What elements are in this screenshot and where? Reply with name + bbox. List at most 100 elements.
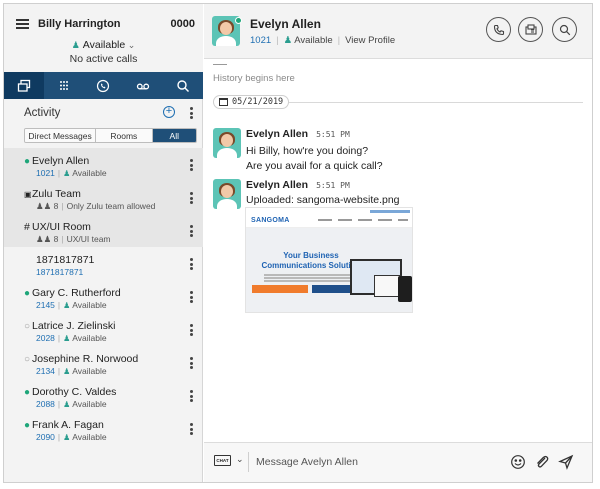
list-item[interactable]: ▣ Zulu Team ♟♟ 8 | Only Zulu team allowed: [4, 181, 203, 214]
paperclip-icon[interactable]: [534, 454, 550, 470]
online-status-icon: ●: [24, 387, 31, 398]
list-item[interactable]: ● Evelyn Allen 1021 | ♟ Available: [4, 148, 203, 181]
members-icon: ♟♟: [36, 234, 52, 244]
chat-header: Evelyn Allen 1021 | ♟ Available | View Profi…: [204, 4, 592, 59]
conversation-list: ● Evelyn Allen 1021 | ♟ Available ▣ Zulu T…: [4, 148, 203, 445]
call-button[interactable]: [486, 17, 511, 42]
message-author: Evelyn Allen: [246, 128, 309, 140]
contact-ext: 1871817871: [36, 267, 84, 277]
item-more-icon[interactable]: [190, 291, 194, 303]
contact-ext: 2134: [36, 366, 55, 376]
contact-name: 1871817871: [36, 254, 95, 266]
search-icon[interactable]: [163, 72, 203, 99]
list-item[interactable]: ● Frank A. Fagan 2090 | ♟ Available: [4, 412, 203, 445]
preview-hero: Your Business Communications Solution: [246, 228, 412, 312]
offline-status-icon: ○: [24, 354, 31, 365]
list-item[interactable]: ○ Josephine R. Norwood 2134 | ♟ Available: [4, 346, 203, 379]
room-name: Zulu Team: [32, 188, 81, 200]
fax-button[interactable]: [518, 17, 543, 42]
app-window: Billy Harrington 0000 ♟ Available ⌄ No ac…: [3, 3, 593, 483]
contact-status: Available: [72, 399, 107, 409]
chevron-down-icon[interactable]: ⌄: [236, 454, 244, 465]
chat-contact-ext: 1021: [250, 35, 272, 46]
date-text: 05/21/2019: [232, 97, 284, 107]
person-icon: ♟: [63, 433, 71, 442]
user-name: Billy Harrington: [38, 18, 121, 30]
online-status-icon: ●: [24, 288, 31, 299]
activity-more-icon[interactable]: [190, 107, 194, 119]
voicemail-icon[interactable]: [123, 72, 163, 99]
contact-name: Josephine R. Norwood: [32, 353, 139, 365]
date-badge: 05/21/2019: [213, 95, 290, 109]
room-sub: ♟♟ 8 | UX/UI team: [36, 234, 111, 244]
presence-label: Available: [82, 39, 126, 51]
contact-sub: 2090 | ♟ Available: [36, 432, 107, 442]
room-name: UX/UI Room: [32, 221, 91, 233]
item-more-icon[interactable]: [190, 225, 194, 237]
chat-type-selector[interactable]: CHAT: [214, 455, 231, 466]
menu-icon[interactable]: [16, 19, 29, 29]
item-more-icon[interactable]: [190, 258, 194, 270]
item-more-icon[interactable]: [190, 159, 194, 171]
history-label: History begins here: [213, 73, 295, 84]
contact-name: Dorothy C. Valdes: [32, 386, 117, 398]
room-sub: ♟♟ 8 | Only Zulu team allowed: [36, 201, 156, 211]
person-icon: ♟: [63, 169, 71, 178]
message-author: Evelyn Allen: [246, 179, 309, 191]
avatar[interactable]: [213, 179, 241, 209]
tab-direct-messages[interactable]: Direct Messages: [25, 129, 97, 142]
emoji-icon[interactable]: [510, 454, 526, 470]
phone-icon: [493, 24, 504, 35]
preview-headline: Your Business Communications Solution: [261, 251, 361, 270]
list-item[interactable]: ● Dorothy C. Valdes 2088 | ♟ Available: [4, 379, 203, 412]
contact-status: Available: [72, 300, 107, 310]
item-more-icon[interactable]: [190, 192, 194, 204]
contact-name: Latrice J. Zielinski: [32, 320, 116, 332]
chat-contact-name: Evelyn Allen: [250, 17, 321, 31]
presence-selector[interactable]: ♟ Available ⌄: [4, 39, 203, 51]
chat-contact-status: Available: [294, 35, 333, 46]
contact-name: Gary C. Rutherford: [32, 287, 121, 299]
list-item[interactable]: ● Gary C. Rutherford 2145 | ♟ Available: [4, 280, 203, 313]
contact-sub: 1871817871: [36, 267, 83, 277]
search-icon: [559, 24, 570, 35]
hash-icon: #: [24, 221, 30, 233]
composer-divider: [248, 452, 249, 472]
contact-ext: 1021: [36, 168, 55, 178]
list-item[interactable]: # UX/UI Room ♟♟ 8 | UX/UI team: [4, 214, 203, 247]
sidebar: Billy Harrington 0000 ♟ Available ⌄ No ac…: [4, 4, 203, 482]
message-input[interactable]: [256, 453, 496, 471]
add-icon[interactable]: +: [163, 106, 175, 118]
view-profile-link[interactable]: View Profile: [345, 35, 395, 46]
contact-ext: 2088: [36, 399, 55, 409]
list-item[interactable]: 1871817871 1871817871: [4, 247, 203, 280]
lock-icon: ▣: [24, 190, 32, 199]
chat-window-icon[interactable]: [4, 72, 44, 99]
online-status-icon: [235, 17, 242, 24]
filter-tabs: Direct Messages Rooms All: [24, 128, 197, 143]
tab-rooms[interactable]: Rooms: [96, 129, 153, 142]
preview-button-blue: [312, 285, 352, 293]
item-more-icon[interactable]: [190, 390, 194, 402]
nav-toolbar: [4, 72, 203, 99]
person-icon: ♟: [71, 40, 80, 50]
item-more-icon[interactable]: [190, 324, 194, 336]
phone-history-icon[interactable]: [84, 72, 124, 99]
avatar[interactable]: [213, 128, 241, 158]
contact-status: Available: [72, 366, 107, 376]
preview-body-text: [264, 274, 358, 276]
list-item[interactable]: ○ Latrice J. Zielinski 2028 | ♟ Available: [4, 313, 203, 346]
item-more-icon[interactable]: [190, 423, 194, 435]
call-status: No active calls: [69, 53, 138, 65]
send-icon[interactable]: [558, 454, 574, 470]
person-icon: ♟: [63, 400, 71, 409]
contact-status: Available: [72, 333, 107, 343]
chat-search-button[interactable]: [552, 17, 577, 42]
tab-all[interactable]: All: [152, 129, 196, 142]
item-more-icon[interactable]: [190, 357, 194, 369]
dialpad-icon[interactable]: [44, 72, 84, 99]
person-icon: ♟: [283, 35, 293, 46]
contact-name: Frank A. Fagan: [32, 419, 104, 431]
message-text: Are you avail for a quick call?: [246, 160, 383, 172]
image-attachment[interactable]: SANGOMA Your Business Communications Sol…: [245, 207, 413, 313]
